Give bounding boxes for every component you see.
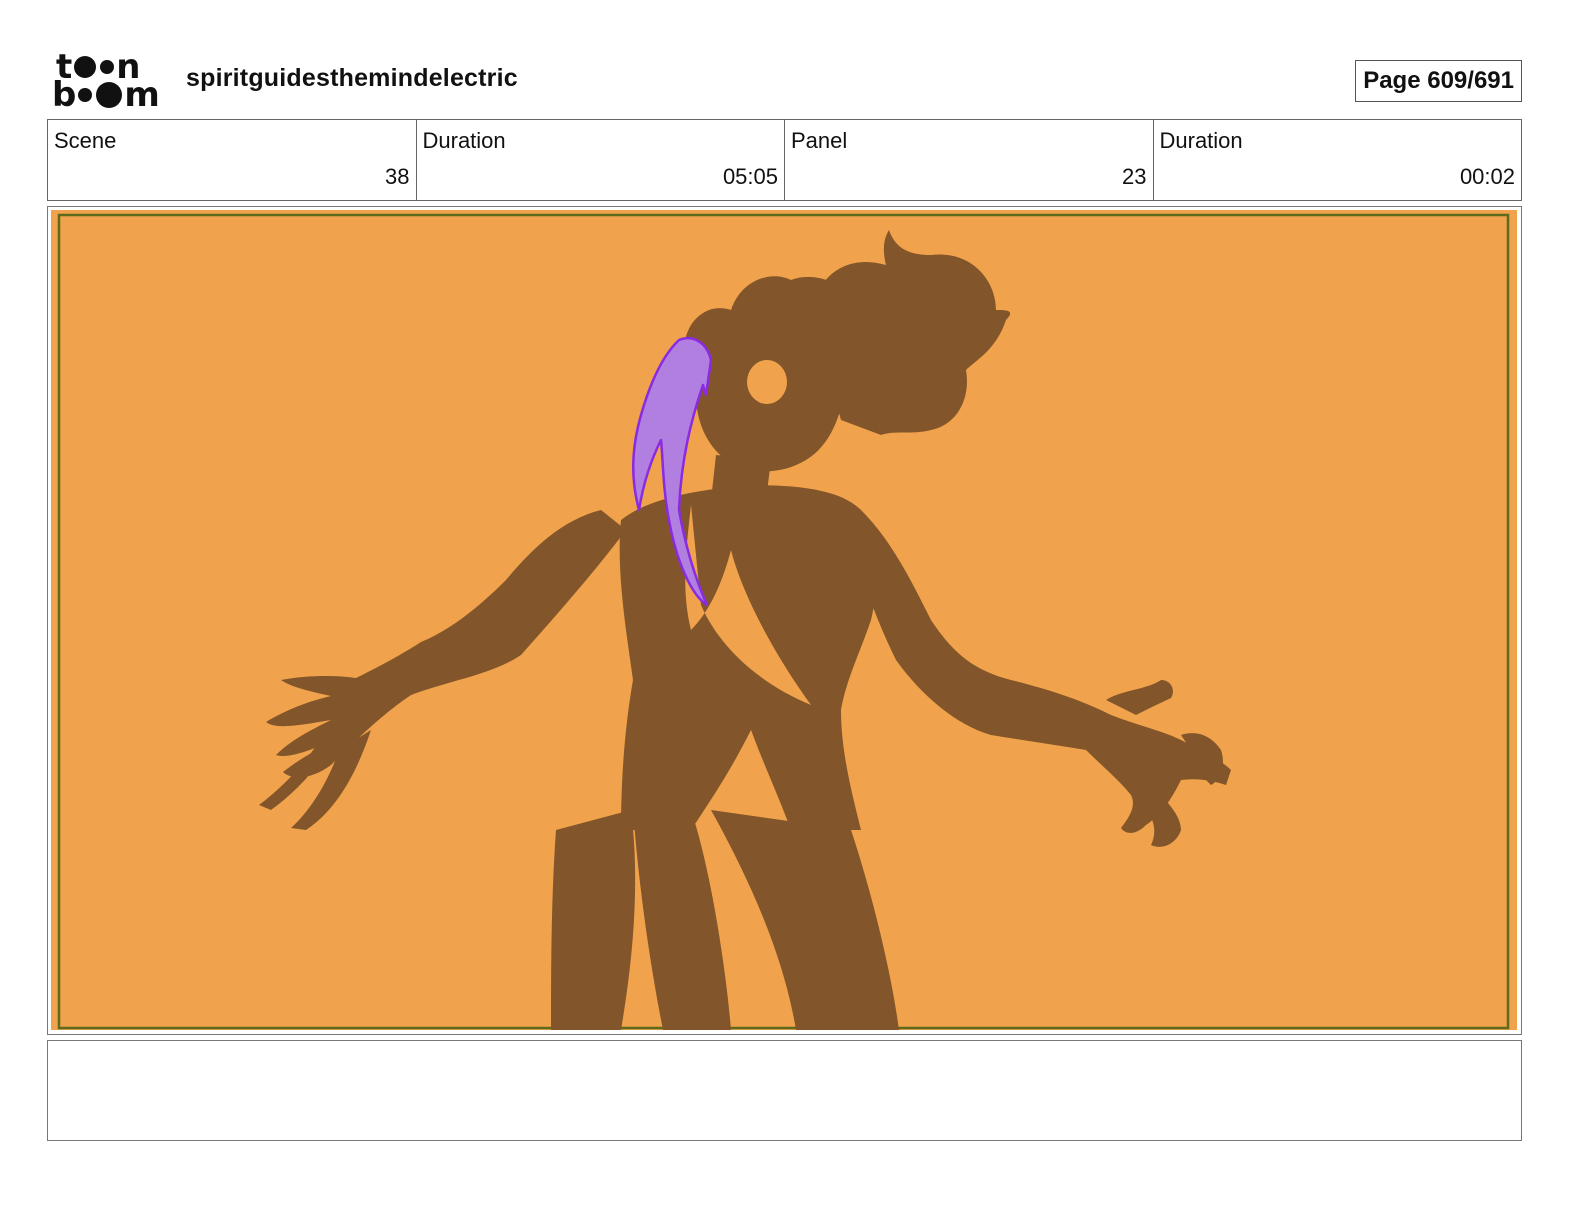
panel-duration-value: 00:02 bbox=[1459, 164, 1515, 189]
scene-value: 38 bbox=[385, 164, 410, 189]
scene-duration-label: Duration bbox=[422, 128, 506, 153]
scene-label: Scene bbox=[54, 128, 117, 153]
logo-line-bottom: b m bbox=[52, 75, 160, 115]
panel-duration-label: Duration bbox=[1159, 128, 1243, 153]
panel-duration-cell: Duration 00:02 bbox=[1154, 120, 1522, 200]
panel-value: 23 bbox=[1122, 164, 1147, 189]
page-indicator: Page 609/691 bbox=[1355, 60, 1522, 102]
scene-duration-cell: Duration 05:05 bbox=[417, 120, 785, 200]
project-title: spiritguidesthemindelectric bbox=[186, 64, 518, 92]
scene-duration-value: 05:05 bbox=[722, 164, 778, 189]
storyboard-info-table: Scene 38 Duration 05:05 Panel 23 Duratio… bbox=[47, 119, 1522, 201]
panel-notes-box bbox=[47, 1040, 1522, 1141]
storyboard-panel bbox=[47, 206, 1522, 1035]
eye-highlight bbox=[747, 360, 787, 404]
panel-artwork bbox=[51, 210, 1517, 1030]
panel-label: Panel bbox=[791, 128, 848, 153]
panel-cell: Panel 23 bbox=[785, 120, 1154, 200]
scene-cell: Scene 38 bbox=[48, 120, 417, 200]
toon-boom-logo: t n b m bbox=[52, 50, 164, 115]
